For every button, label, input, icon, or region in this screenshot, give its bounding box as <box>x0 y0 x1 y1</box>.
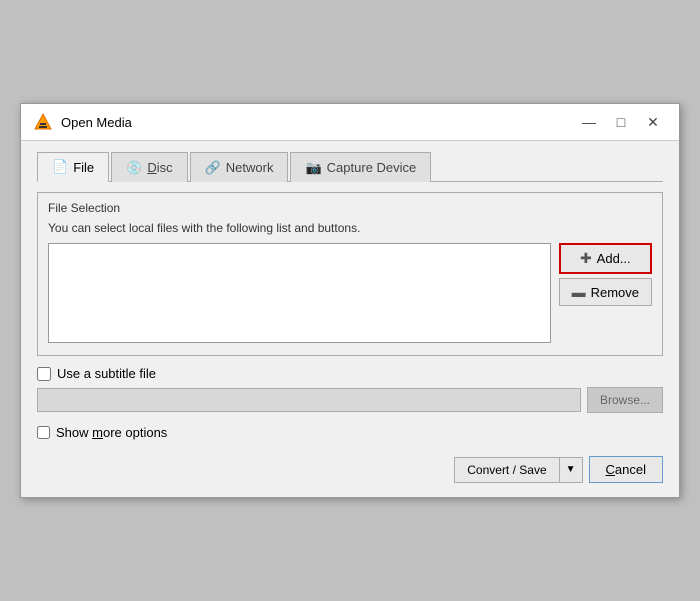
capture-tab-label: Capture Device <box>327 160 417 175</box>
add-icon: ✚ <box>580 250 592 267</box>
show-more-label[interactable]: Show more options <box>56 425 167 440</box>
bottom-bar: Convert / Save ▼ Cancel <box>37 454 663 483</box>
file-area: ✚ Add... ▬ Remove <box>48 243 652 343</box>
maximize-button[interactable]: □ <box>607 112 635 132</box>
add-button[interactable]: ✚ Add... <box>559 243 652 274</box>
file-selection-group: File Selection You can select local file… <box>37 192 663 356</box>
subtitle-input[interactable] <box>37 388 581 412</box>
subtitle-input-row: Browse... <box>37 387 663 413</box>
cancel-label: Cancel <box>606 462 646 477</box>
convert-save-button[interactable]: Convert / Save <box>455 458 559 482</box>
show-more-checkbox[interactable] <box>37 426 50 439</box>
subtitle-checkbox-row: Use a subtitle file <box>37 366 663 381</box>
close-button[interactable]: ✕ <box>639 112 667 132</box>
capture-tab-icon: 📷 <box>305 160 321 176</box>
add-label: Add... <box>597 251 631 266</box>
file-tab-label: File <box>73 160 94 175</box>
tab-capture[interactable]: 📷 Capture Device <box>290 152 431 182</box>
disc-tab-icon: 💿 <box>126 160 142 176</box>
disc-tab-label: Disc <box>147 160 172 175</box>
group-label: File Selection <box>48 201 652 215</box>
open-media-window: Open Media — □ ✕ 📄 File 💿 Disc 🔗 Network <box>20 103 680 498</box>
convert-save-group: Convert / Save ▼ <box>454 457 582 483</box>
file-tab-icon: 📄 <box>52 159 68 175</box>
cancel-button[interactable]: Cancel <box>589 456 663 483</box>
title-controls: — □ ✕ <box>575 112 667 132</box>
window-title: Open Media <box>61 115 132 130</box>
tab-network[interactable]: 🔗 Network <box>190 152 289 182</box>
minimize-button[interactable]: — <box>575 112 603 132</box>
tab-bar: 📄 File 💿 Disc 🔗 Network 📷 Capture Device <box>37 151 663 182</box>
browse-button[interactable]: Browse... <box>587 387 663 413</box>
subtitle-label[interactable]: Use a subtitle file <box>57 366 156 381</box>
convert-save-arrow[interactable]: ▼ <box>560 458 582 482</box>
subtitle-section: Use a subtitle file Browse... <box>37 366 663 413</box>
title-left: Open Media <box>33 112 132 132</box>
remove-label: Remove <box>591 285 639 300</box>
vlc-icon <box>33 112 53 132</box>
network-tab-label: Network <box>226 160 274 175</box>
file-buttons: ✚ Add... ▬ Remove <box>559 243 652 343</box>
title-bar: Open Media — □ ✕ <box>21 104 679 141</box>
network-tab-icon: 🔗 <box>205 160 221 176</box>
tab-disc[interactable]: 💿 Disc <box>111 152 187 182</box>
dialog-content: 📄 File 💿 Disc 🔗 Network 📷 Capture Device… <box>21 141 679 497</box>
remove-icon: ▬ <box>572 284 586 300</box>
subtitle-checkbox[interactable] <box>37 367 51 381</box>
tab-file[interactable]: 📄 File <box>37 152 109 182</box>
remove-button[interactable]: ▬ Remove <box>559 278 652 306</box>
group-description: You can select local files with the foll… <box>48 221 652 235</box>
file-list[interactable] <box>48 243 551 343</box>
show-more-row: Show more options <box>37 425 663 440</box>
